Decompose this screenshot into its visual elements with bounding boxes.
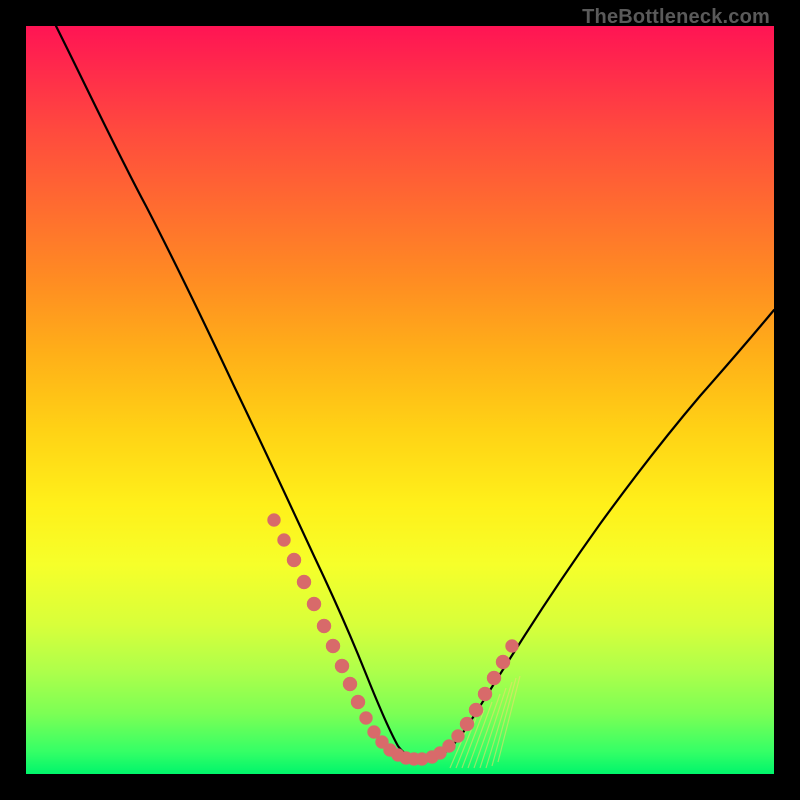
dots-left-arm — [268, 514, 429, 766]
plot-area — [26, 26, 774, 774]
dots-right-arm — [426, 640, 519, 764]
bottleneck-curve — [56, 26, 774, 760]
chart-frame: TheBottleneck.com — [0, 0, 800, 800]
watermark-text: TheBottleneck.com — [582, 6, 770, 29]
curve-layer — [26, 26, 774, 774]
